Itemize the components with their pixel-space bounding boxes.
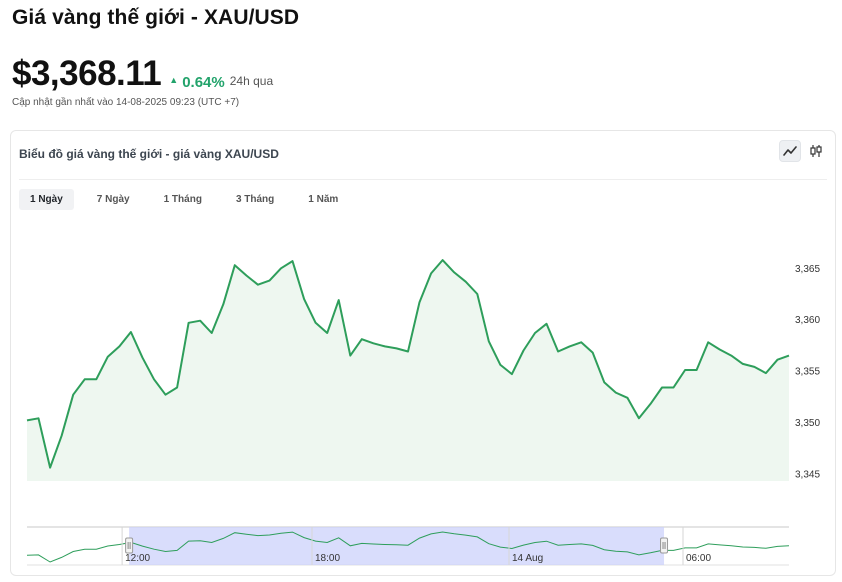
y-axis: 3,345 3,350 3,355 3,360 3,365 [795, 264, 820, 481]
navigator-window[interactable] [129, 527, 665, 565]
y-tick-label: 3,355 [795, 367, 820, 378]
navigator-left-handle[interactable] [125, 537, 134, 554]
price-chart: 3,345 3,350 3,355 3,360 3,365 12:00 18:00 14 A… [26, 259, 820, 566]
y-tick-label: 3,345 [795, 469, 820, 480]
y-tick-label: 3,365 [795, 264, 820, 275]
navigator-time-label: 14 Aug [512, 553, 543, 564]
y-tick-label: 3,360 [795, 315, 820, 326]
price-area [27, 260, 789, 481]
navigator-time-label: 18:00 [315, 553, 340, 564]
navigator-time-label: 12:00 [125, 553, 150, 564]
navigator-right-handle[interactable] [660, 537, 669, 554]
main-plot [26, 259, 790, 481]
y-tick-label: 3,350 [795, 418, 820, 429]
navigator: 12:00 18:00 14 Aug 06:00 [26, 526, 790, 566]
navigator-time-label: 06:00 [686, 553, 711, 564]
